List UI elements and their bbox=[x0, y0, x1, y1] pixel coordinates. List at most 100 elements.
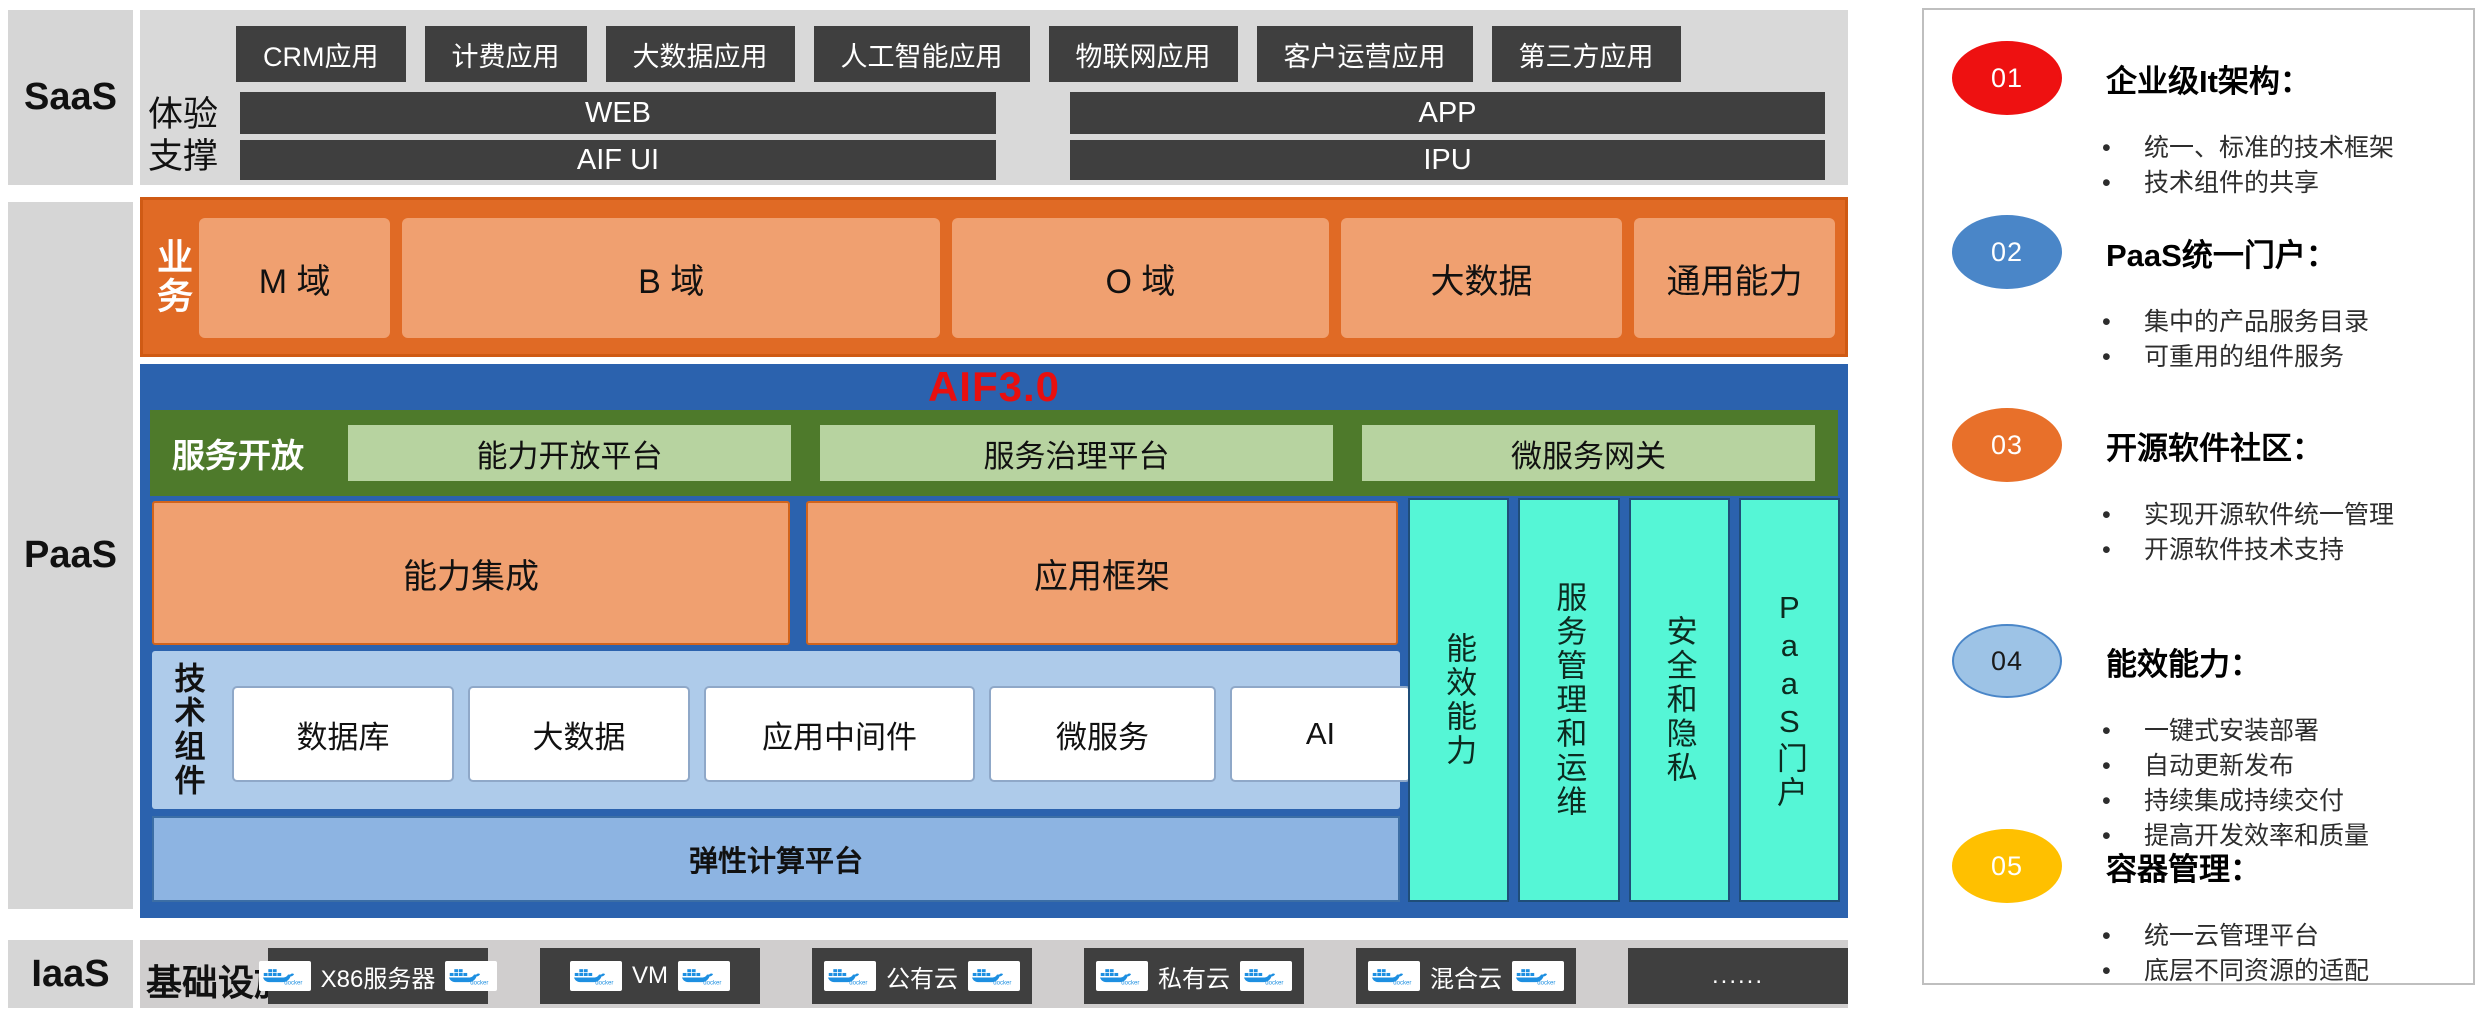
experience-support-line1: 体验 bbox=[148, 94, 218, 136]
business-domain-box: 大数据 bbox=[1341, 218, 1622, 338]
legend-item: 01企业级It架构： •统一、标准的技术框架•技术组件的共享 bbox=[1952, 41, 2457, 201]
docker-badge: docker bbox=[1512, 961, 1564, 991]
saas-app-button: 大数据应用 bbox=[606, 26, 795, 82]
bullet-dot: • bbox=[2102, 919, 2144, 954]
docker-badge: docker bbox=[1368, 961, 1420, 991]
iaas-resource-box: dockerX86服务器docker bbox=[268, 948, 488, 1004]
legend-bullet: •统一、标准的技术框架 bbox=[2102, 131, 2457, 166]
legend-number-badge: 05 bbox=[1952, 829, 2062, 903]
business-domain-box: B 域 bbox=[402, 218, 940, 338]
web-bar: WEB bbox=[240, 92, 996, 134]
paas-pillar: 服务管理和运维 bbox=[1518, 498, 1619, 902]
legend-number-badge: 04 bbox=[1952, 624, 2062, 698]
legend-number-badge: 02 bbox=[1952, 215, 2062, 289]
bullet-dot: • bbox=[2102, 714, 2144, 749]
iaas-resource-label: 公有云 bbox=[886, 959, 958, 994]
legend-item-header: 03 开源软件社区： bbox=[1952, 408, 2457, 482]
iaas-resource-label: X86服务器 bbox=[321, 959, 436, 994]
legend-bullet: •技术组件的共享 bbox=[2102, 166, 2457, 201]
bullet-dot: • bbox=[2102, 340, 2144, 375]
legend-bullet: •底层不同资源的适配 bbox=[2102, 954, 2457, 989]
docker-icon: docker bbox=[1372, 966, 1416, 986]
layer-label-saas: SaaS bbox=[8, 10, 133, 185]
bullet-dot: • bbox=[2102, 166, 2144, 201]
service-open-box: 能力开放平台 bbox=[348, 425, 791, 481]
svg-text:docker: docker bbox=[849, 980, 867, 986]
paas-pillar-label: PaaS门户 bbox=[1767, 590, 1812, 810]
legend-bullet-text: 持续集成持续交付 bbox=[2144, 784, 2344, 819]
legend-item-title: 开源软件社区： bbox=[2106, 423, 2323, 468]
legend-item-title: PaaS统一门户： bbox=[2106, 230, 2337, 275]
legend-panel: 01企业级It架构： •统一、标准的技术框架•技术组件的共享 02 PaaS统一门户：… bbox=[1922, 8, 2475, 985]
saas-app-button: CRM应用 bbox=[236, 26, 406, 82]
paas-container: AIF3.0 服务开放 能力开放平台服务治理平台微服务网关 能力集成 应用框架 … bbox=[140, 364, 1848, 918]
iaas-resource-label: VM bbox=[632, 962, 668, 990]
docker-icon: docker bbox=[1244, 966, 1288, 986]
svg-text:docker: docker bbox=[471, 980, 489, 986]
bullet-dot: • bbox=[2102, 784, 2144, 819]
docker-badge: docker bbox=[259, 961, 311, 991]
business-layer: 业务 M 域B 域O 域大数据通用能力 bbox=[140, 197, 1848, 357]
experience-support-line2: 支撑 bbox=[148, 136, 218, 178]
business-domain-box: 通用能力 bbox=[1634, 218, 1835, 338]
tech-component-row: 数据库大数据应用中间件微服务AI bbox=[232, 686, 1411, 782]
docker-badge: docker bbox=[824, 961, 876, 991]
iaas-resource-box: docker VM docker bbox=[540, 948, 760, 1004]
aif-ui-bar: AIF UI bbox=[240, 140, 996, 180]
legend-bullet-text: 可重用的组件服务 bbox=[2144, 340, 2344, 375]
legend-bullet-text: 底层不同资源的适配 bbox=[2144, 954, 2369, 989]
docker-icon: docker bbox=[449, 966, 493, 986]
docker-badge: docker bbox=[1096, 961, 1148, 991]
legend-bullet: •可重用的组件服务 bbox=[2102, 340, 2457, 375]
svg-text:docker: docker bbox=[1393, 980, 1411, 986]
experience-support-label: 体验 支撑 bbox=[148, 94, 218, 178]
elastic-computing-bar: 弹性计算平台 bbox=[152, 816, 1400, 902]
bullet-dot: • bbox=[2102, 533, 2144, 568]
paas-pillar: 安全和隐私 bbox=[1629, 498, 1730, 902]
tech-component-box: AI bbox=[1230, 686, 1411, 782]
service-open-box: 微服务网关 bbox=[1362, 425, 1815, 481]
legend-number-badge: 03 bbox=[1952, 408, 2062, 482]
saas-app-button: 第三方应用 bbox=[1492, 26, 1681, 82]
saas-app-button: 计费应用 bbox=[425, 26, 587, 82]
iaas-box-row: docker X86服务器 docker docker VM docker docker 公有… bbox=[268, 948, 1848, 1004]
docker-badge: docker bbox=[570, 961, 622, 991]
legend-item: 03 开源软件社区： •实现开源软件统一管理•开源软件技术支持 bbox=[1952, 408, 2457, 568]
business-domain-box: M 域 bbox=[199, 218, 390, 338]
legend-bullet: •自动更新发布 bbox=[2102, 749, 2457, 784]
layer-label-iaas: IaaS bbox=[8, 940, 133, 1008]
paas-pillar-label: 能效能力 bbox=[1436, 632, 1481, 768]
legend-item-header: 01企业级It架构： bbox=[1952, 41, 2457, 115]
svg-text:docker: docker bbox=[595, 980, 613, 986]
architecture-diagram: SaaS PaaS IaaS CRM应用计费应用大数据应用人工智能应用物联网应用… bbox=[0, 0, 2490, 1010]
docker-badge: docker bbox=[1240, 961, 1292, 991]
paas-pillar: 能效能力 bbox=[1408, 498, 1509, 902]
paas-pillars: 能效能力 服务管理和运维安全和隐私 PaaS门户 bbox=[1408, 498, 1840, 902]
aif-title: AIF3.0 bbox=[140, 366, 1848, 408]
legend-bullet-text: 开源软件技术支持 bbox=[2144, 533, 2344, 568]
legend-bullet: •统一云管理平台 bbox=[2102, 919, 2457, 954]
legend-item-title: 企业级It架构： bbox=[2106, 56, 2311, 101]
legend-item-header: 02 PaaS统一门户： bbox=[1952, 215, 2457, 289]
iaas-resource-box: ...... bbox=[1628, 948, 1848, 1004]
iaas-resource-box: docker混合云docker bbox=[1356, 948, 1576, 1004]
legend-bullet-list: •统一云管理平台•底层不同资源的适配 bbox=[2102, 919, 2457, 989]
tech-component-box: 大数据 bbox=[468, 686, 690, 782]
legend-bullet-list: •实现开源软件统一管理•开源软件技术支持 bbox=[2102, 498, 2457, 568]
legend-item: 05容器管理：•统一云管理平台•底层不同资源的适配 bbox=[1952, 829, 2457, 989]
bullet-dot: • bbox=[2102, 131, 2144, 166]
svg-text:docker: docker bbox=[1265, 980, 1283, 986]
legend-item: 04能效能力：•一键式安装部署•自动更新发布•持续集成持续交付•提高开发效率和质… bbox=[1952, 624, 2457, 854]
iaas-resource-box: docker公有云docker bbox=[812, 948, 1032, 1004]
legend-bullet: •实现开源软件统一管理 bbox=[2102, 498, 2457, 533]
svg-text:docker: docker bbox=[703, 980, 721, 986]
legend-bullet: •一键式安装部署 bbox=[2102, 714, 2457, 749]
service-open-band: 服务开放 能力开放平台服务治理平台微服务网关 bbox=[150, 410, 1838, 496]
legend-item-title: 能效能力： bbox=[2106, 639, 2261, 684]
legend-bullet: •持续集成持续交付 bbox=[2102, 784, 2457, 819]
legend-item-header: 04 能效能力： bbox=[1952, 624, 2457, 698]
iaas-panel: 基础设施 dockerX86服务器dockerdockerVMdockerdoc… bbox=[140, 940, 1848, 1008]
docker-icon: docker bbox=[574, 966, 618, 986]
business-label: 业务 bbox=[149, 200, 195, 354]
paas-pillar-label: 服务管理和运维 bbox=[1546, 581, 1591, 819]
